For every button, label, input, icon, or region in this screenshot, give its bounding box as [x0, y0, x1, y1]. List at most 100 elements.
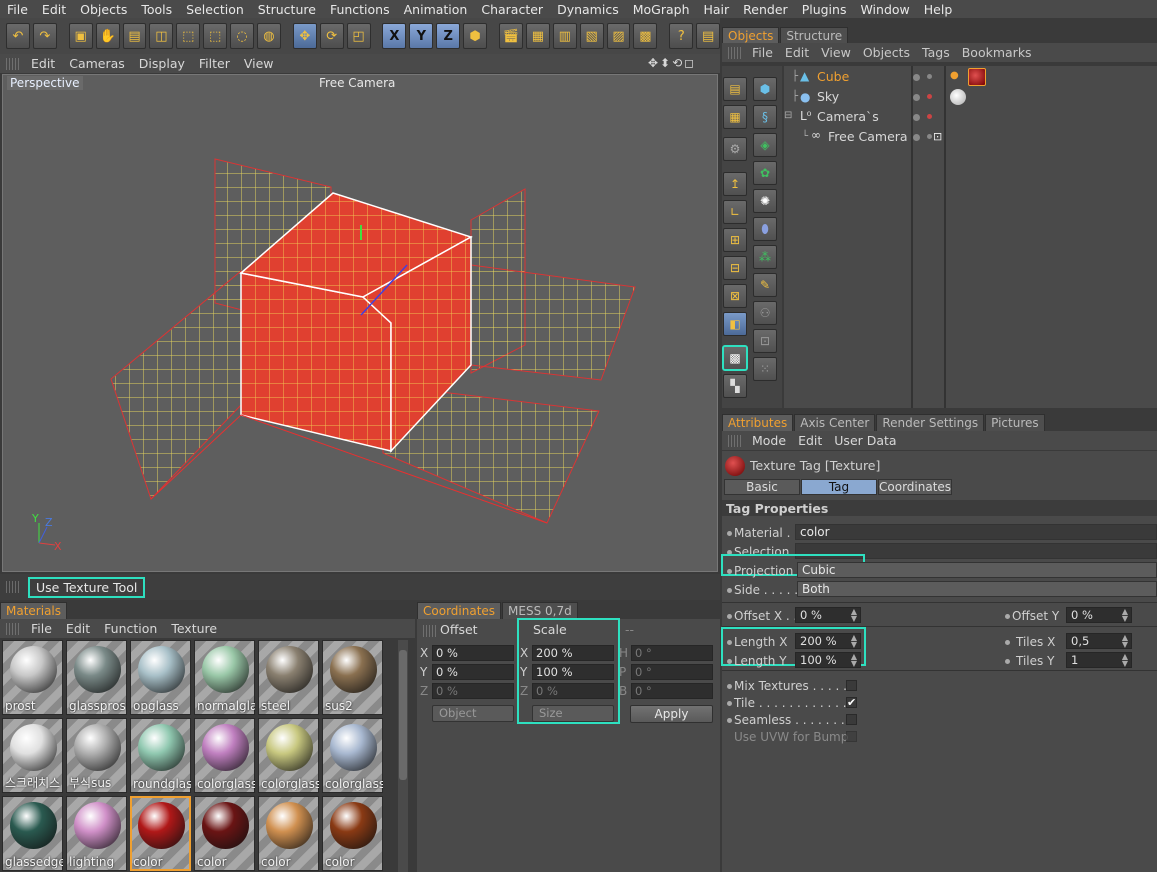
- subtab-basic[interactable]: Basic: [724, 479, 800, 495]
- grip-icon[interactable]: [728, 46, 742, 59]
- objects-menu-bookmarks[interactable]: Bookmarks: [956, 45, 1038, 60]
- material-swatch[interactable]: prost: [2, 640, 63, 715]
- side-dropdown[interactable]: Both: [797, 581, 1157, 597]
- menu-functions[interactable]: Functions: [323, 2, 397, 17]
- point-mode-icon[interactable]: ⊞: [723, 228, 747, 252]
- tab-objects[interactable]: Objects: [722, 27, 780, 44]
- tab-axis-center[interactable]: Axis Center: [794, 414, 876, 431]
- length-y-field[interactable]: 100 % ▲ ▼: [795, 652, 861, 668]
- menu-edit[interactable]: Edit: [35, 2, 73, 17]
- viewport-perspective[interactable]: Perspective Free Camera Y Z X: [2, 74, 718, 572]
- grip-icon[interactable]: [6, 57, 20, 70]
- menu-hair[interactable]: Hair: [697, 2, 737, 17]
- seamless-checkbox[interactable]: [846, 714, 857, 725]
- x-axis-lock-button[interactable]: X: [382, 23, 407, 49]
- material-link-field[interactable]: color: [795, 524, 1157, 540]
- material-swatch[interactable]: lighting: [66, 796, 127, 871]
- subtab-tag[interactable]: Tag: [801, 479, 877, 495]
- menu-dynamics[interactable]: Dynamics: [550, 2, 626, 17]
- spinner-icon[interactable]: ▲ ▼: [851, 634, 857, 649]
- render-region-button-icon[interactable]: ▧: [579, 23, 604, 49]
- rect-select-icon[interactable]: ⬚: [176, 23, 201, 49]
- visibility-dot[interactable]: [913, 74, 920, 81]
- menu-file[interactable]: File: [0, 2, 35, 17]
- spinner-icon[interactable]: ▲ ▼: [1122, 653, 1128, 668]
- tab-attributes[interactable]: Attributes: [722, 414, 794, 431]
- phong-tag-icon[interactable]: ●: [950, 70, 959, 81]
- sky-material-tag-icon[interactable]: [950, 89, 966, 105]
- rotate-tool-icon[interactable]: ⟳: [319, 23, 344, 49]
- grip-icon[interactable]: [6, 622, 20, 635]
- array-icon[interactable]: ✿: [753, 161, 777, 185]
- material-swatch[interactable]: normalgla: [194, 640, 255, 715]
- attributes-menu-edit[interactable]: Edit: [792, 433, 828, 448]
- projection-dropdown[interactable]: Cubic: [797, 562, 1157, 578]
- material-swatch[interactable]: glassedge: [2, 796, 63, 871]
- tab-mess[interactable]: MESS 0,7d: [502, 602, 578, 619]
- use-uvw-checkbox[interactable]: [846, 731, 857, 742]
- redo-icon[interactable]: ↷: [32, 23, 57, 49]
- rotation-h-field[interactable]: 0 °: [631, 645, 713, 661]
- materials-menu-texture[interactable]: Texture: [164, 621, 224, 636]
- objects-menu-edit[interactable]: Edit: [779, 45, 815, 60]
- palette-layout-icon[interactable]: ▤: [723, 77, 747, 101]
- viewport-menu-cameras[interactable]: Cameras: [62, 56, 132, 71]
- viewport-menu-filter[interactable]: Filter: [192, 56, 237, 71]
- camera-object-icon[interactable]: ⚇: [753, 301, 777, 325]
- menu-structure[interactable]: Structure: [251, 2, 323, 17]
- tag-icon[interactable]: ⊡: [753, 329, 777, 353]
- menu-selection[interactable]: Selection: [179, 2, 251, 17]
- tiles-x-field[interactable]: 0,5 ▲ ▼: [1066, 633, 1132, 649]
- save-icon[interactable]: ▣: [68, 23, 93, 49]
- spline-icon[interactable]: §: [753, 105, 777, 129]
- material-swatch[interactable]: roundglas: [130, 718, 191, 793]
- model-mode-icon[interactable]: ◧: [723, 312, 747, 336]
- tab-render-settings[interactable]: Render Settings: [876, 414, 985, 431]
- collapse-icon[interactable]: ⊟: [784, 110, 792, 121]
- object-name[interactable]: Cube: [817, 69, 849, 84]
- tab-structure[interactable]: Structure: [780, 27, 849, 44]
- object-row-free-camera[interactable]: └ ∞ Free Camera ⊡: [784, 127, 1157, 147]
- spinner-icon[interactable]: ▲ ▼: [851, 653, 857, 668]
- tab-coordinates[interactable]: Coordinates: [417, 602, 502, 619]
- target-tag-icon[interactable]: ⊡: [933, 130, 942, 143]
- lasso-select-icon[interactable]: ◌: [230, 23, 254, 49]
- menu-tools[interactable]: Tools: [134, 2, 179, 17]
- texture-axis-icon[interactable]: ▚: [723, 374, 747, 398]
- layout-icon[interactable]: ▤: [696, 23, 721, 49]
- tile-checkbox[interactable]: ✔: [846, 697, 857, 708]
- objects-menu-tags[interactable]: Tags: [916, 45, 956, 60]
- render-dot[interactable]: [927, 114, 932, 119]
- tab-pictures[interactable]: Pictures: [985, 414, 1045, 431]
- object-name[interactable]: Sky: [817, 89, 839, 104]
- material-swatch[interactable]: color: [322, 796, 383, 871]
- deformer-icon[interactable]: ✺: [753, 189, 777, 213]
- attributes-menu-user-data[interactable]: User Data: [828, 433, 902, 448]
- spinner-icon[interactable]: ▲ ▼: [1122, 608, 1128, 623]
- object-row-cameras[interactable]: ⊟ L⁰ Camera`s: [784, 107, 1157, 127]
- texture-tag-icon[interactable]: [968, 68, 986, 86]
- material-swatch[interactable]: 부식sus: [66, 718, 127, 793]
- polygon-mode-icon[interactable]: ⊠: [723, 284, 747, 308]
- rotation-b-field[interactable]: 0 °: [631, 683, 713, 699]
- offset-x-field[interactable]: 0 % ▲ ▼: [795, 607, 861, 623]
- object-row-cube[interactable]: ├ ▲ Cube ●: [784, 67, 1157, 87]
- scene-object-icon[interactable]: ⬮: [753, 217, 777, 241]
- render-batch-icon[interactable]: ▩: [633, 23, 658, 49]
- subtab-coordinates[interactable]: Coordinates: [878, 479, 952, 495]
- nurbs-icon[interactable]: ◈: [753, 133, 777, 157]
- undo-icon[interactable]: ↶: [6, 23, 30, 49]
- render-dot[interactable]: [927, 74, 932, 79]
- palette-gear-icon[interactable]: ⚙: [723, 137, 747, 161]
- viewport-menu-edit[interactable]: Edit: [24, 56, 62, 71]
- object-name[interactable]: Camera`s: [817, 109, 879, 124]
- rotation-p-field[interactable]: 0 °: [631, 664, 713, 680]
- material-swatch[interactable]: color: [130, 796, 191, 871]
- render-dot[interactable]: [927, 134, 932, 139]
- length-x-field[interactable]: 200 % ▲ ▼: [795, 633, 861, 649]
- tiles-y-field[interactable]: 1 ▲ ▼: [1066, 652, 1132, 668]
- hair-icon[interactable]: ⁙: [753, 357, 777, 381]
- menu-mograph[interactable]: MoGraph: [626, 2, 697, 17]
- offset-x-field[interactable]: 0 %: [432, 645, 514, 661]
- visibility-dot[interactable]: [913, 94, 920, 101]
